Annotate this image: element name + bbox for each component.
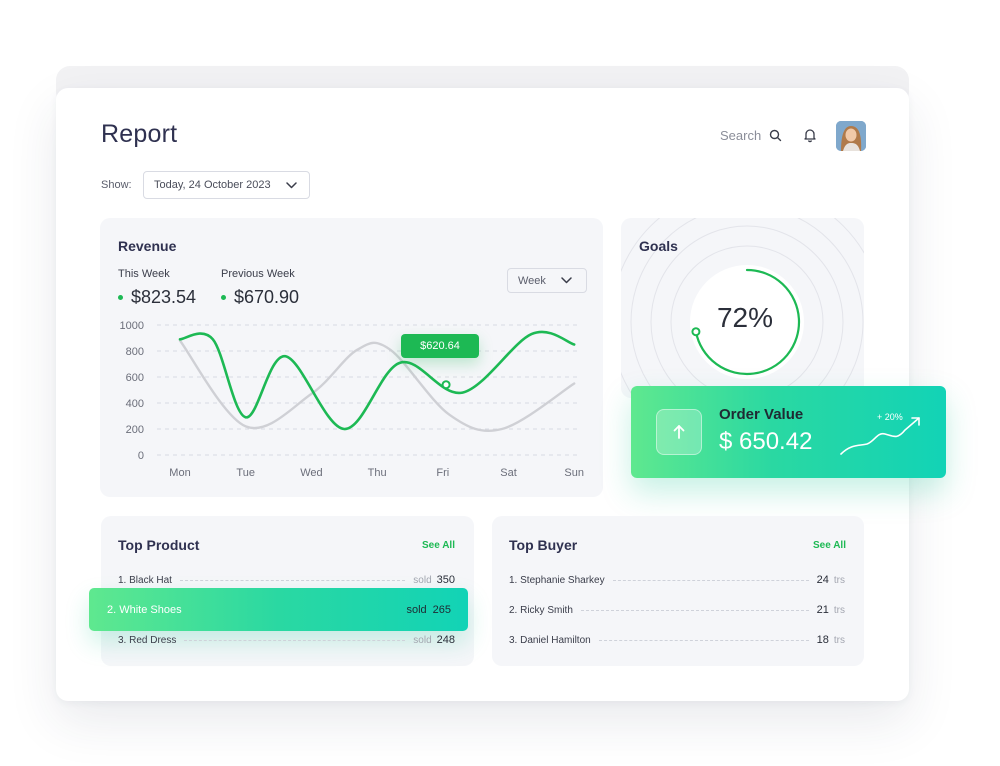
top-buyer-see-all-link[interactable]: See All: [813, 540, 846, 551]
trend-up-icon: [840, 417, 920, 455]
this-week-amount: $823.54: [131, 287, 197, 307]
y-tick-label: 0: [138, 450, 144, 462]
goals-percent: 72%: [716, 302, 774, 333]
chart-highlight-point[interactable]: [441, 380, 451, 390]
period-select[interactable]: Week: [507, 268, 587, 293]
search-button[interactable]: Search: [720, 128, 782, 143]
page-title: Report: [101, 120, 178, 148]
buyer-transactions: 18: [816, 634, 829, 646]
previous-week-dot: [221, 295, 226, 300]
row-divider: [598, 640, 809, 641]
top-product-see-all-link[interactable]: See All: [422, 540, 455, 551]
buyer-row[interactable]: 3. Daniel Hamilton 18 trs: [509, 634, 845, 646]
chevron-down-icon: [561, 277, 572, 284]
chevron-down-icon: [286, 181, 297, 189]
y-tick-label: 1000: [120, 320, 144, 332]
period-select-value: Week: [518, 274, 546, 287]
y-tick-label: 600: [126, 372, 144, 384]
x-tick-label: Wed: [300, 467, 322, 479]
product-name: 3. Red Dress: [118, 635, 177, 646]
product-name: 1. Black Hat: [118, 575, 172, 586]
product-row-selected[interactable]: 2. White Shoes sold 265: [89, 588, 468, 631]
previous-week-value: $670.90: [221, 287, 299, 308]
top-buyer-title: Top Buyer: [509, 537, 578, 553]
trs-unit: trs: [833, 635, 845, 646]
avatar[interactable]: [836, 121, 866, 151]
top-product-title: Top Product: [118, 537, 200, 553]
buyer-name: 3. Daniel Hamilton: [509, 635, 591, 646]
this-week-dot: [118, 295, 123, 300]
order-value-card[interactable]: Order Value $ 650.42 + 20%: [631, 386, 946, 478]
this-week-label: This Week: [118, 268, 170, 280]
stage: Report Search Show: Today, 24 October 20…: [0, 0, 1000, 766]
revenue-title: Revenue: [118, 238, 177, 254]
previous-week-line: [178, 339, 576, 433]
chart-tooltip: $620.64: [401, 334, 479, 358]
previous-week-amount: $670.90: [234, 287, 300, 307]
x-tick-label: Sun: [564, 467, 584, 479]
this-week-line: [178, 330, 576, 431]
x-tick-label: Mon: [169, 467, 190, 479]
row-divider: [612, 580, 809, 581]
row-divider: [179, 580, 406, 581]
product-sold: sold 265: [406, 604, 451, 616]
date-select-value: Today, 24 October 2023: [154, 179, 271, 191]
product-name: 2. White Shoes: [107, 603, 182, 616]
buyer-transactions: 21: [816, 604, 829, 616]
sold-unit: sold: [413, 575, 432, 586]
y-tick-label: 400: [126, 398, 144, 410]
previous-week-label: Previous Week: [221, 268, 295, 280]
y-tick-label: 200: [126, 424, 144, 436]
this-week-value: $823.54: [118, 287, 196, 308]
buyer-transactions: 24: [816, 574, 829, 586]
x-tick-label: Fri: [436, 467, 449, 479]
product-sold-count: 248: [436, 634, 455, 646]
revenue-chart: 1000 800 600 400 200 0 Mon Tue Wed Thu Fri Sat Sun: [120, 320, 584, 479]
product-sold-count: 350: [436, 574, 455, 586]
x-tick-label: Tue: [236, 467, 255, 479]
sold-unit: sold: [406, 603, 427, 616]
x-tick-label: Sat: [500, 467, 517, 479]
buyer-row[interactable]: 2. Ricky Smith 21 trs: [509, 604, 845, 616]
buyer-row[interactable]: 1. Stephanie Sharkey 24 trs: [509, 574, 845, 586]
product-row[interactable]: 3. Red Dress sold 248: [118, 634, 455, 646]
product-row[interactable]: 1. Black Hat sold 350: [118, 574, 455, 586]
arrow-up-icon: [656, 409, 702, 455]
date-select[interactable]: Today, 24 October 2023: [143, 171, 310, 199]
show-label: Show:: [101, 179, 132, 191]
buyer-name: 2. Ricky Smith: [509, 605, 573, 616]
trs-unit: trs: [833, 575, 845, 586]
x-tick-label: Thu: [368, 467, 387, 479]
sold-unit: sold: [413, 635, 432, 646]
row-divider: [184, 640, 406, 641]
order-value-title: Order Value: [719, 406, 804, 423]
bell-icon[interactable]: [803, 127, 817, 143]
trs-unit: trs: [833, 605, 845, 616]
search-icon: [769, 129, 782, 142]
buyer-name: 1. Stephanie Sharkey: [509, 575, 605, 586]
search-label: Search: [720, 128, 762, 143]
y-tick-label: 800: [126, 346, 144, 358]
order-value-amount: $ 650.42: [719, 428, 813, 455]
product-sold-count: 265: [432, 603, 451, 616]
row-divider: [580, 610, 809, 611]
goals-title: Goals: [639, 238, 678, 254]
